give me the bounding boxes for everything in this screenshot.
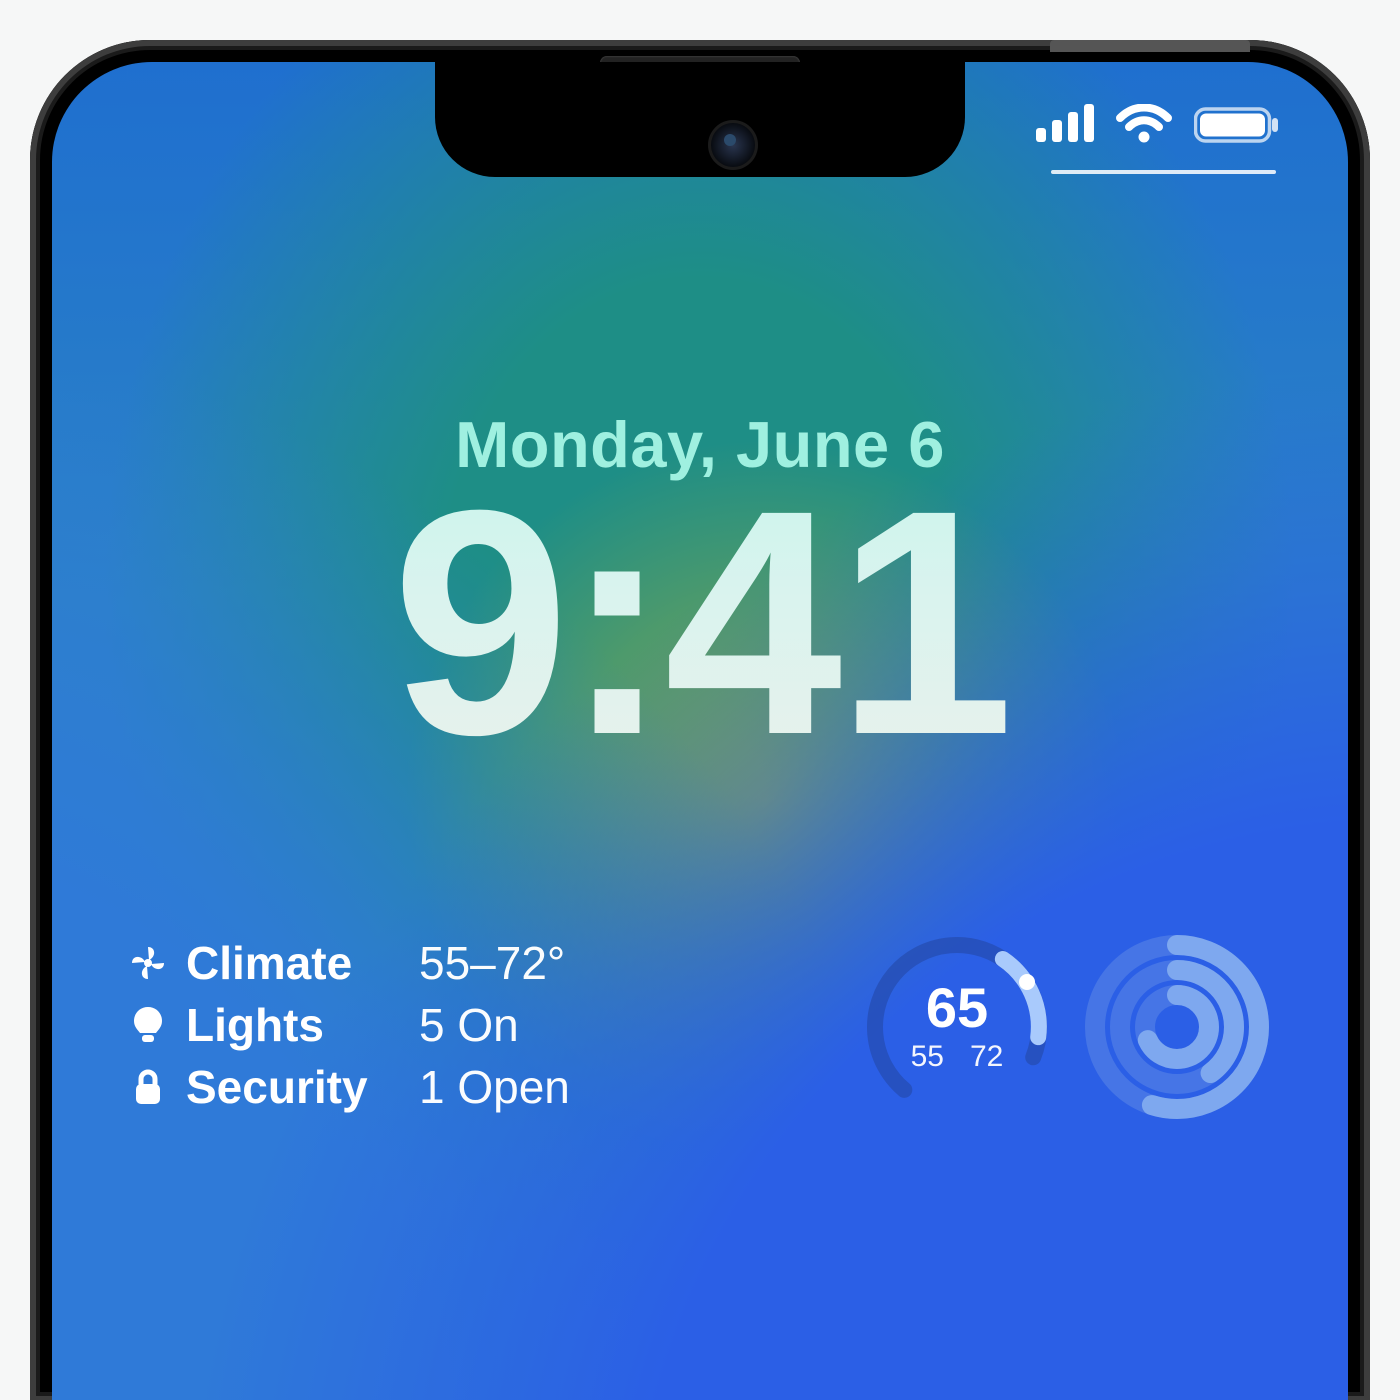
home-row-value: 55–72° — [419, 932, 565, 994]
home-row-security[interactable]: Security 1 Open — [128, 1056, 570, 1118]
thermostat-low: 55 — [911, 1040, 944, 1074]
thermostat-high: 72 — [970, 1040, 1003, 1074]
home-row-label: Climate — [186, 932, 401, 994]
wifi-icon — [1116, 104, 1172, 144]
home-row-lights[interactable]: Lights 5 On — [128, 994, 570, 1056]
home-row-label: Security — [186, 1056, 401, 1118]
front-camera — [708, 120, 758, 170]
home-row-label: Lights — [186, 994, 401, 1056]
lock-screen[interactable]: Monday, June 6 9:41 Climate — [52, 62, 1348, 1400]
lock-time: 9:41 — [52, 462, 1348, 782]
battery-icon — [1194, 104, 1280, 144]
power-button — [1050, 40, 1250, 52]
fan-icon — [128, 945, 168, 981]
thermostat-widget[interactable]: 65 55 72 — [862, 932, 1052, 1122]
thermostat-current: 65 — [926, 980, 988, 1036]
widgets-row: Climate 55–72° Lights 5 On — [128, 932, 1272, 1122]
home-status-widget[interactable]: Climate 55–72° Lights 5 On — [128, 932, 570, 1118]
display-notch — [435, 62, 965, 177]
lock-icon — [128, 1068, 168, 1106]
activity-rings-widget[interactable] — [1082, 932, 1272, 1122]
bulb-icon — [128, 1006, 168, 1044]
phone-frame: Monday, June 6 9:41 Climate — [30, 40, 1370, 1400]
status-bar — [1036, 104, 1280, 144]
home-row-climate[interactable]: Climate 55–72° — [128, 932, 570, 994]
home-row-value: 1 Open — [419, 1056, 570, 1118]
cellular-signal-icon — [1036, 104, 1094, 144]
status-underline — [1051, 170, 1276, 174]
thermostat-readout: 65 55 72 — [862, 932, 1052, 1122]
home-row-value: 5 On — [419, 994, 519, 1056]
